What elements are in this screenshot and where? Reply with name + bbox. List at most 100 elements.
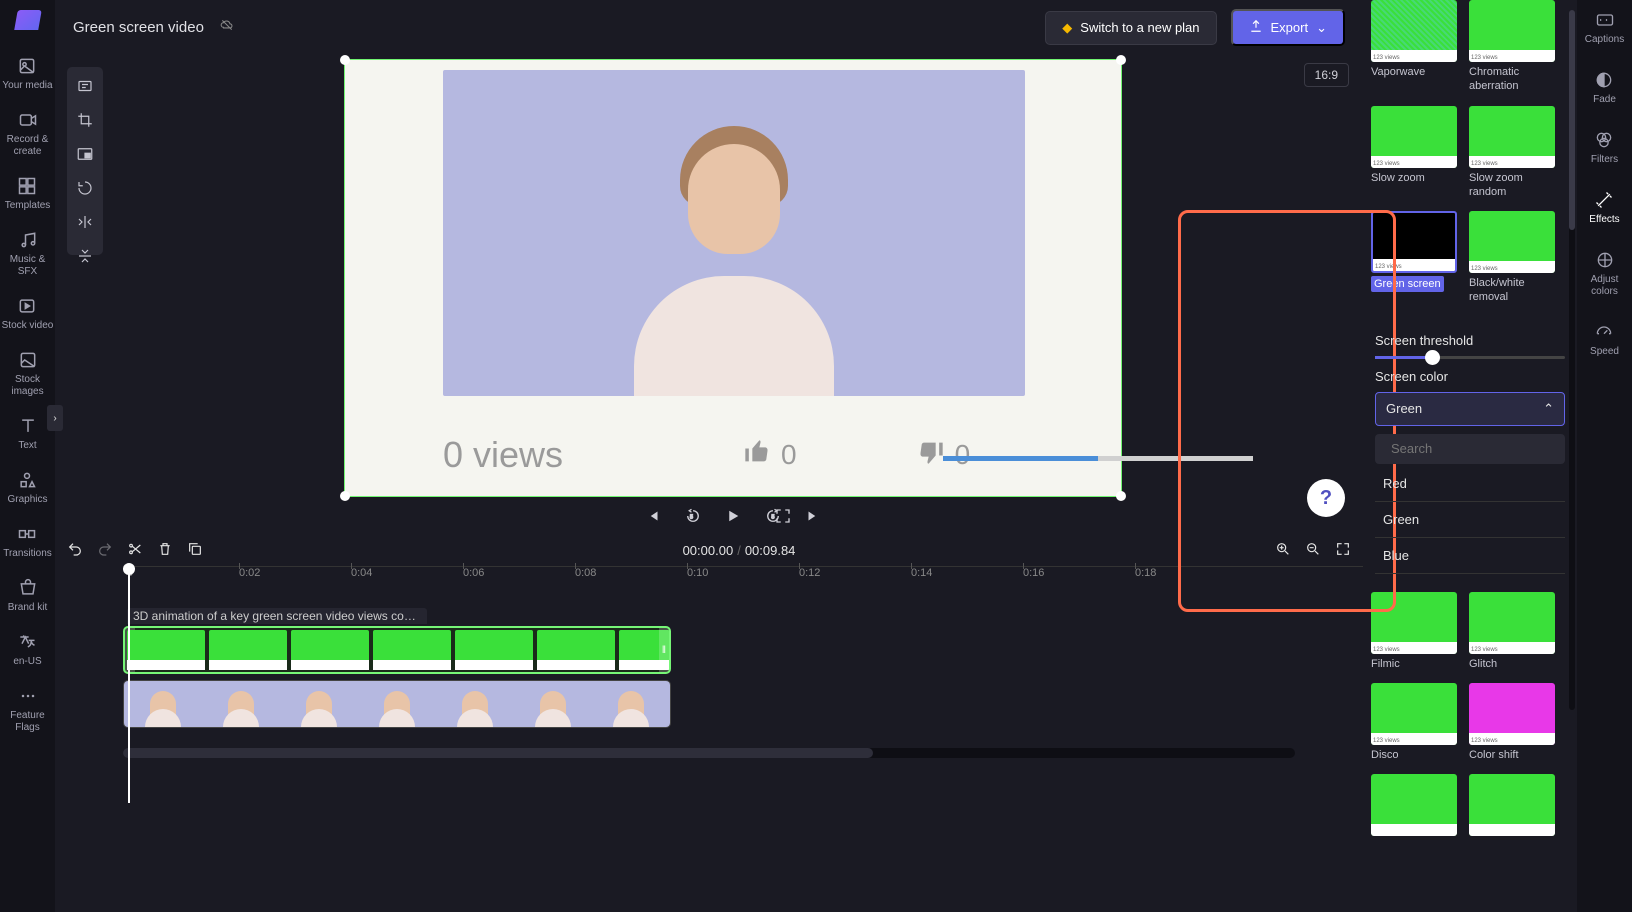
redo-button[interactable]: [97, 541, 113, 560]
fx-thumbnail: 123 views: [1371, 683, 1457, 745]
play-button[interactable]: [724, 507, 742, 525]
help-button[interactable]: ?: [1307, 479, 1345, 517]
fullscreen-button[interactable]: [774, 507, 792, 525]
rotate-icon[interactable]: [74, 179, 96, 197]
color-option-red[interactable]: Red: [1375, 466, 1565, 502]
expand-sidebar-button[interactable]: ›: [47, 405, 63, 431]
nav-label: Text: [18, 440, 36, 452]
search-input[interactable]: [1391, 441, 1567, 456]
right-sidebar: Captions Fade Filters Effects Adjust col…: [1577, 0, 1632, 912]
fx-disco[interactable]: 123 views Disco: [1371, 683, 1457, 762]
pip-icon[interactable]: [74, 145, 96, 163]
media-icon: [17, 56, 37, 76]
top-bar: Green screen video ◆ Switch to a new pla…: [55, 0, 1363, 55]
fx-label: Black/white removal: [1469, 276, 1555, 305]
fx-vaporwave[interactable]: 123 views Vaporwave: [1371, 0, 1457, 94]
views-count-text: 0 views: [443, 434, 563, 476]
nav-templates[interactable]: Templates: [5, 176, 51, 212]
nav-feature-flags[interactable]: Feature Flags: [0, 686, 55, 734]
timeline-ruler[interactable]: 0 0:02 0:04 0:06 0:08 0:10 0:12 0:14 0:1…: [123, 566, 1363, 588]
playhead[interactable]: [123, 563, 135, 575]
nav-your-media[interactable]: Your media: [2, 56, 52, 92]
nav-filters[interactable]: Filters: [1591, 130, 1618, 166]
flip-h-icon[interactable]: [74, 213, 96, 231]
nav-stock-images[interactable]: Stock images: [0, 350, 55, 398]
fx-thumbnail: [1371, 774, 1457, 836]
fx-extra-2[interactable]: [1469, 774, 1555, 836]
rewind-button[interactable]: 5: [684, 507, 702, 525]
thumbs-down-icon: [917, 438, 945, 473]
color-option-blue[interactable]: Blue: [1375, 538, 1565, 574]
fx-thumbnail: 123 views: [1469, 683, 1555, 745]
fx-filmic[interactable]: 123 views Filmic: [1371, 592, 1457, 671]
nav-brand-kit[interactable]: Brand kit: [8, 578, 47, 614]
panel-scrollbar[interactable]: [1569, 10, 1575, 710]
nav-label: en-US: [13, 656, 41, 668]
nav-adjust-colors[interactable]: Adjust colors: [1577, 250, 1632, 298]
nav-label: Your media: [2, 80, 52, 92]
nav-stock-video[interactable]: Stock video: [2, 296, 54, 332]
zoom-in-button[interactable]: [1275, 541, 1291, 560]
chevron-down-icon: ⌄: [1316, 20, 1327, 36]
nav-effects[interactable]: Effects: [1589, 190, 1619, 226]
duplicate-button[interactable]: [187, 541, 203, 560]
fx-color-shift[interactable]: 123 views Color shift: [1469, 683, 1555, 762]
export-button[interactable]: Export ⌄: [1231, 9, 1345, 46]
nav-music-sfx[interactable]: Music & SFX: [0, 230, 55, 278]
nav-captions[interactable]: Captions: [1585, 10, 1624, 46]
total-time: 00:09.84: [745, 543, 796, 558]
fx-thumbnail: [1469, 774, 1555, 836]
crop-icon[interactable]: [74, 111, 96, 129]
nav-label: Transitions: [3, 548, 52, 560]
color-option-green[interactable]: Green: [1375, 502, 1565, 538]
nav-text[interactable]: Text: [18, 416, 38, 452]
zoom-out-button[interactable]: [1305, 541, 1321, 560]
effects-panel: 123 views Vaporwave 123 views Chromatic …: [1363, 0, 1577, 912]
project-title[interactable]: Green screen video: [73, 19, 204, 36]
threshold-slider[interactable]: [1375, 356, 1565, 359]
cloud-sync-off-icon[interactable]: [218, 18, 236, 37]
fx-extra-1[interactable]: [1371, 774, 1457, 836]
fit-icon[interactable]: [74, 77, 96, 95]
flip-v-icon[interactable]: [74, 247, 96, 265]
clip-trim-right[interactable]: ‖: [659, 628, 669, 672]
nav-label: Stock video: [2, 320, 54, 332]
screen-color-dropdown[interactable]: Green ⌃: [1375, 392, 1565, 426]
fx-bw-removal[interactable]: 123 views Black/white removal: [1469, 211, 1555, 305]
fx-thumbnail: 123 views: [1469, 211, 1555, 273]
dropdown-search[interactable]: [1375, 434, 1565, 464]
prev-frame-button[interactable]: [644, 507, 662, 525]
split-button[interactable]: [127, 541, 143, 560]
nav-label: Templates: [5, 200, 51, 212]
fx-chromatic-aberration[interactable]: 123 views Chromatic aberration: [1469, 0, 1555, 94]
fx-green-screen[interactable]: 123 views Green screen: [1371, 211, 1457, 305]
fx-slow-zoom[interactable]: 123 views Slow zoom: [1371, 106, 1457, 200]
green-screen-clip[interactable]: ‖ ‖: [123, 626, 671, 674]
nav-language[interactable]: en-US: [13, 632, 41, 668]
nav-transitions[interactable]: Transitions: [3, 524, 52, 560]
delete-button[interactable]: [157, 541, 173, 560]
video-clip[interactable]: [123, 680, 671, 728]
nav-fade[interactable]: Fade: [1593, 70, 1616, 106]
text-icon: [18, 416, 38, 436]
adjust-icon: [1595, 250, 1615, 270]
nav-graphics[interactable]: Graphics: [7, 470, 47, 506]
switch-plan-button[interactable]: ◆ Switch to a new plan: [1045, 11, 1216, 45]
fit-timeline-button[interactable]: [1335, 541, 1351, 560]
nav-record-create[interactable]: Record & create: [0, 110, 55, 158]
tick: 0:18: [1135, 567, 1156, 579]
timeline-scrollbar[interactable]: [123, 748, 1295, 758]
record-icon: [18, 110, 38, 130]
app-logo-icon: [14, 10, 42, 30]
nav-label: Fade: [1593, 94, 1616, 106]
dislike-count: 0: [955, 439, 971, 471]
fx-label: Slow zoom: [1371, 171, 1457, 185]
aspect-ratio-badge[interactable]: 16:9: [1304, 63, 1349, 87]
fx-slow-zoom-random[interactable]: 123 views Slow zoom random: [1469, 106, 1555, 200]
tick: 0:08: [575, 567, 596, 579]
next-frame-button[interactable]: [804, 507, 822, 525]
nav-speed[interactable]: Speed: [1590, 322, 1619, 358]
fx-glitch[interactable]: 123 views Glitch: [1469, 592, 1555, 671]
undo-button[interactable]: [67, 541, 83, 560]
preview-canvas[interactable]: 0 views 0 0: [344, 59, 1122, 497]
